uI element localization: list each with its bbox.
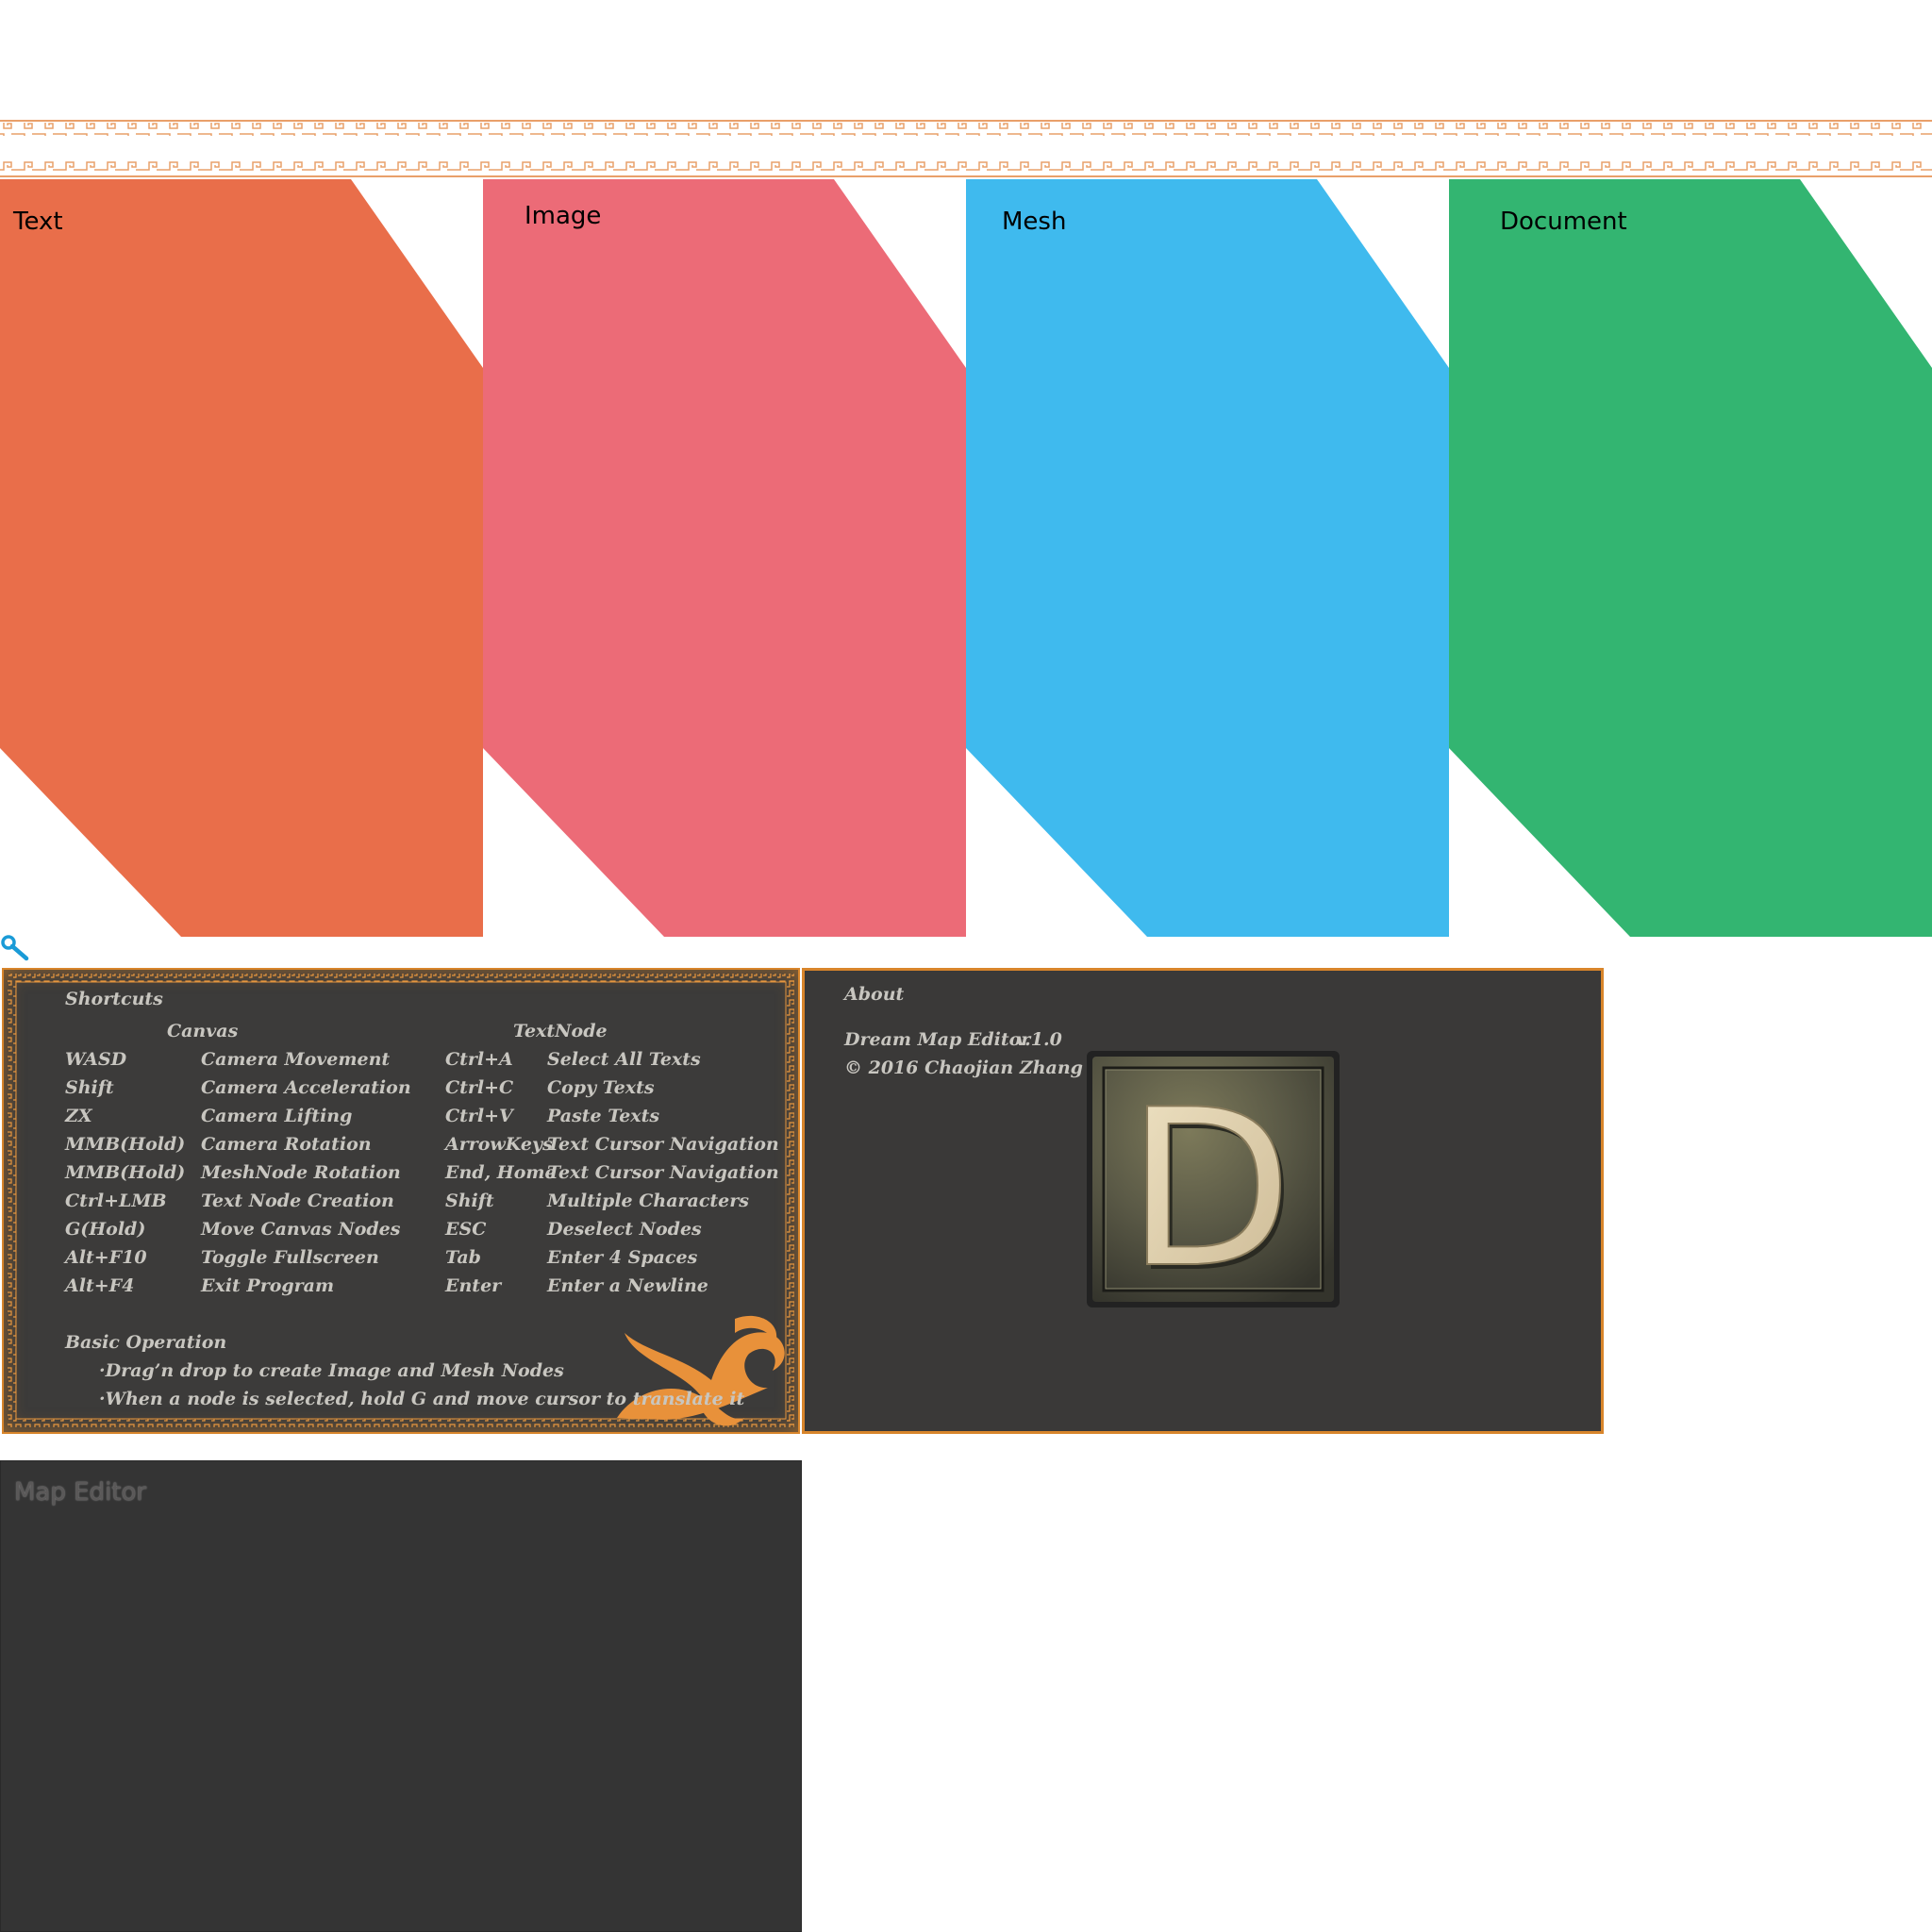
mesh-node-card[interactable]: Mesh: [966, 179, 1449, 937]
document-card-shape: [1449, 179, 1932, 937]
shortcut-action: Paste Texts: [547, 1106, 660, 1126]
search-icon[interactable]: [0, 934, 32, 966]
shortcut-action: Exit Program: [201, 1275, 335, 1296]
shortcut-action: Camera Acceleration: [201, 1077, 411, 1098]
shortcut-action: Enter a Newline: [547, 1275, 708, 1296]
map-editor-title: Map Editor: [14, 1478, 147, 1507]
shortcut-key: Enter: [445, 1275, 502, 1296]
document-node-card[interactable]: Document: [1449, 179, 1932, 937]
shortcut-key: Ctrl+A: [445, 1049, 513, 1070]
shortcut-key: Ctrl+C: [445, 1077, 514, 1098]
document-card-label: Document: [1500, 208, 1627, 236]
shortcut-action: Select All Texts: [547, 1049, 701, 1070]
shortcut-key: Shift: [65, 1077, 114, 1098]
image-node-card[interactable]: Image: [483, 179, 966, 937]
text-card-shape: [0, 179, 483, 937]
decorative-border-top: [0, 119, 1932, 179]
shortcut-key: Shift: [445, 1191, 494, 1211]
shortcut-key: Alt+F10: [65, 1247, 147, 1268]
shortcut-action: Deselect Nodes: [547, 1219, 702, 1240]
image-card-shape: [483, 179, 966, 937]
mesh-card-shape: [966, 179, 1449, 937]
shortcut-key: WASD: [65, 1049, 127, 1070]
canvas-heading: Canvas: [167, 1021, 239, 1041]
shortcut-action: Toggle Fullscreen: [201, 1247, 379, 1268]
text-node-card[interactable]: Text: [0, 179, 483, 937]
about-title: About: [844, 984, 905, 1005]
shortcut-action: Move Canvas Nodes: [201, 1219, 401, 1240]
shortcut-action: Camera Movement: [201, 1049, 391, 1070]
image-card-label: Image: [525, 202, 602, 230]
shortcut-key: ESC: [445, 1219, 487, 1240]
shortcut-action: Enter 4 Spaces: [547, 1247, 698, 1268]
copyright: © 2016 Chaojian Zhang: [844, 1058, 1083, 1078]
shortcut-action: Text Cursor Navigation: [547, 1162, 779, 1183]
shortcuts-panel: Shortcuts Canvas TextNode WASD Camera Mo…: [2, 968, 800, 1434]
logo-letter: D: [1125, 1064, 1292, 1309]
shortcut-action: Copy Texts: [547, 1077, 655, 1098]
shortcut-action: Camera Rotation: [201, 1134, 372, 1155]
app-name: Dream Map Editor: [844, 1029, 1031, 1050]
mesh-card-label: Mesh: [1002, 208, 1067, 236]
shortcut-action: Camera Lifting: [201, 1106, 353, 1126]
shortcut-key: Ctrl+LMB: [65, 1191, 167, 1211]
shortcut-key: ArrowKeys: [445, 1134, 553, 1155]
shortcut-key: Tab: [445, 1247, 481, 1268]
shortcut-action: MeshNode Rotation: [201, 1162, 401, 1183]
basic-operation-line: ·Drag’n drop to create Image and Mesh No…: [99, 1360, 564, 1381]
shortcut-action: Multiple Characters: [547, 1191, 749, 1211]
shortcut-key: Alt+F4: [65, 1275, 135, 1296]
shortcut-action: Text Node Creation: [201, 1191, 394, 1211]
basic-operation-line: ·When a node is selected, hold G and mov…: [99, 1389, 745, 1409]
shortcut-key: End, Home: [445, 1162, 557, 1183]
map-editor-panel[interactable]: Map Editor: [0, 1460, 802, 1932]
basic-operation-title: Basic Operation: [65, 1332, 227, 1353]
shortcuts-title: Shortcuts: [65, 989, 163, 1009]
shortcut-key: Ctrl+V: [445, 1106, 513, 1126]
shortcut-key: MMB(Hold): [65, 1134, 186, 1155]
app-version: v.1.0: [1016, 1029, 1062, 1050]
textnode-heading: TextNode: [513, 1021, 608, 1041]
shortcut-key: ZX: [65, 1106, 92, 1126]
shortcut-action: Text Cursor Navigation: [547, 1134, 779, 1155]
shortcut-key: MMB(Hold): [65, 1162, 186, 1183]
text-card-label: Text: [13, 208, 63, 236]
shortcut-key: G(Hold): [65, 1219, 146, 1240]
d-logo: D D: [1085, 1049, 1341, 1321]
